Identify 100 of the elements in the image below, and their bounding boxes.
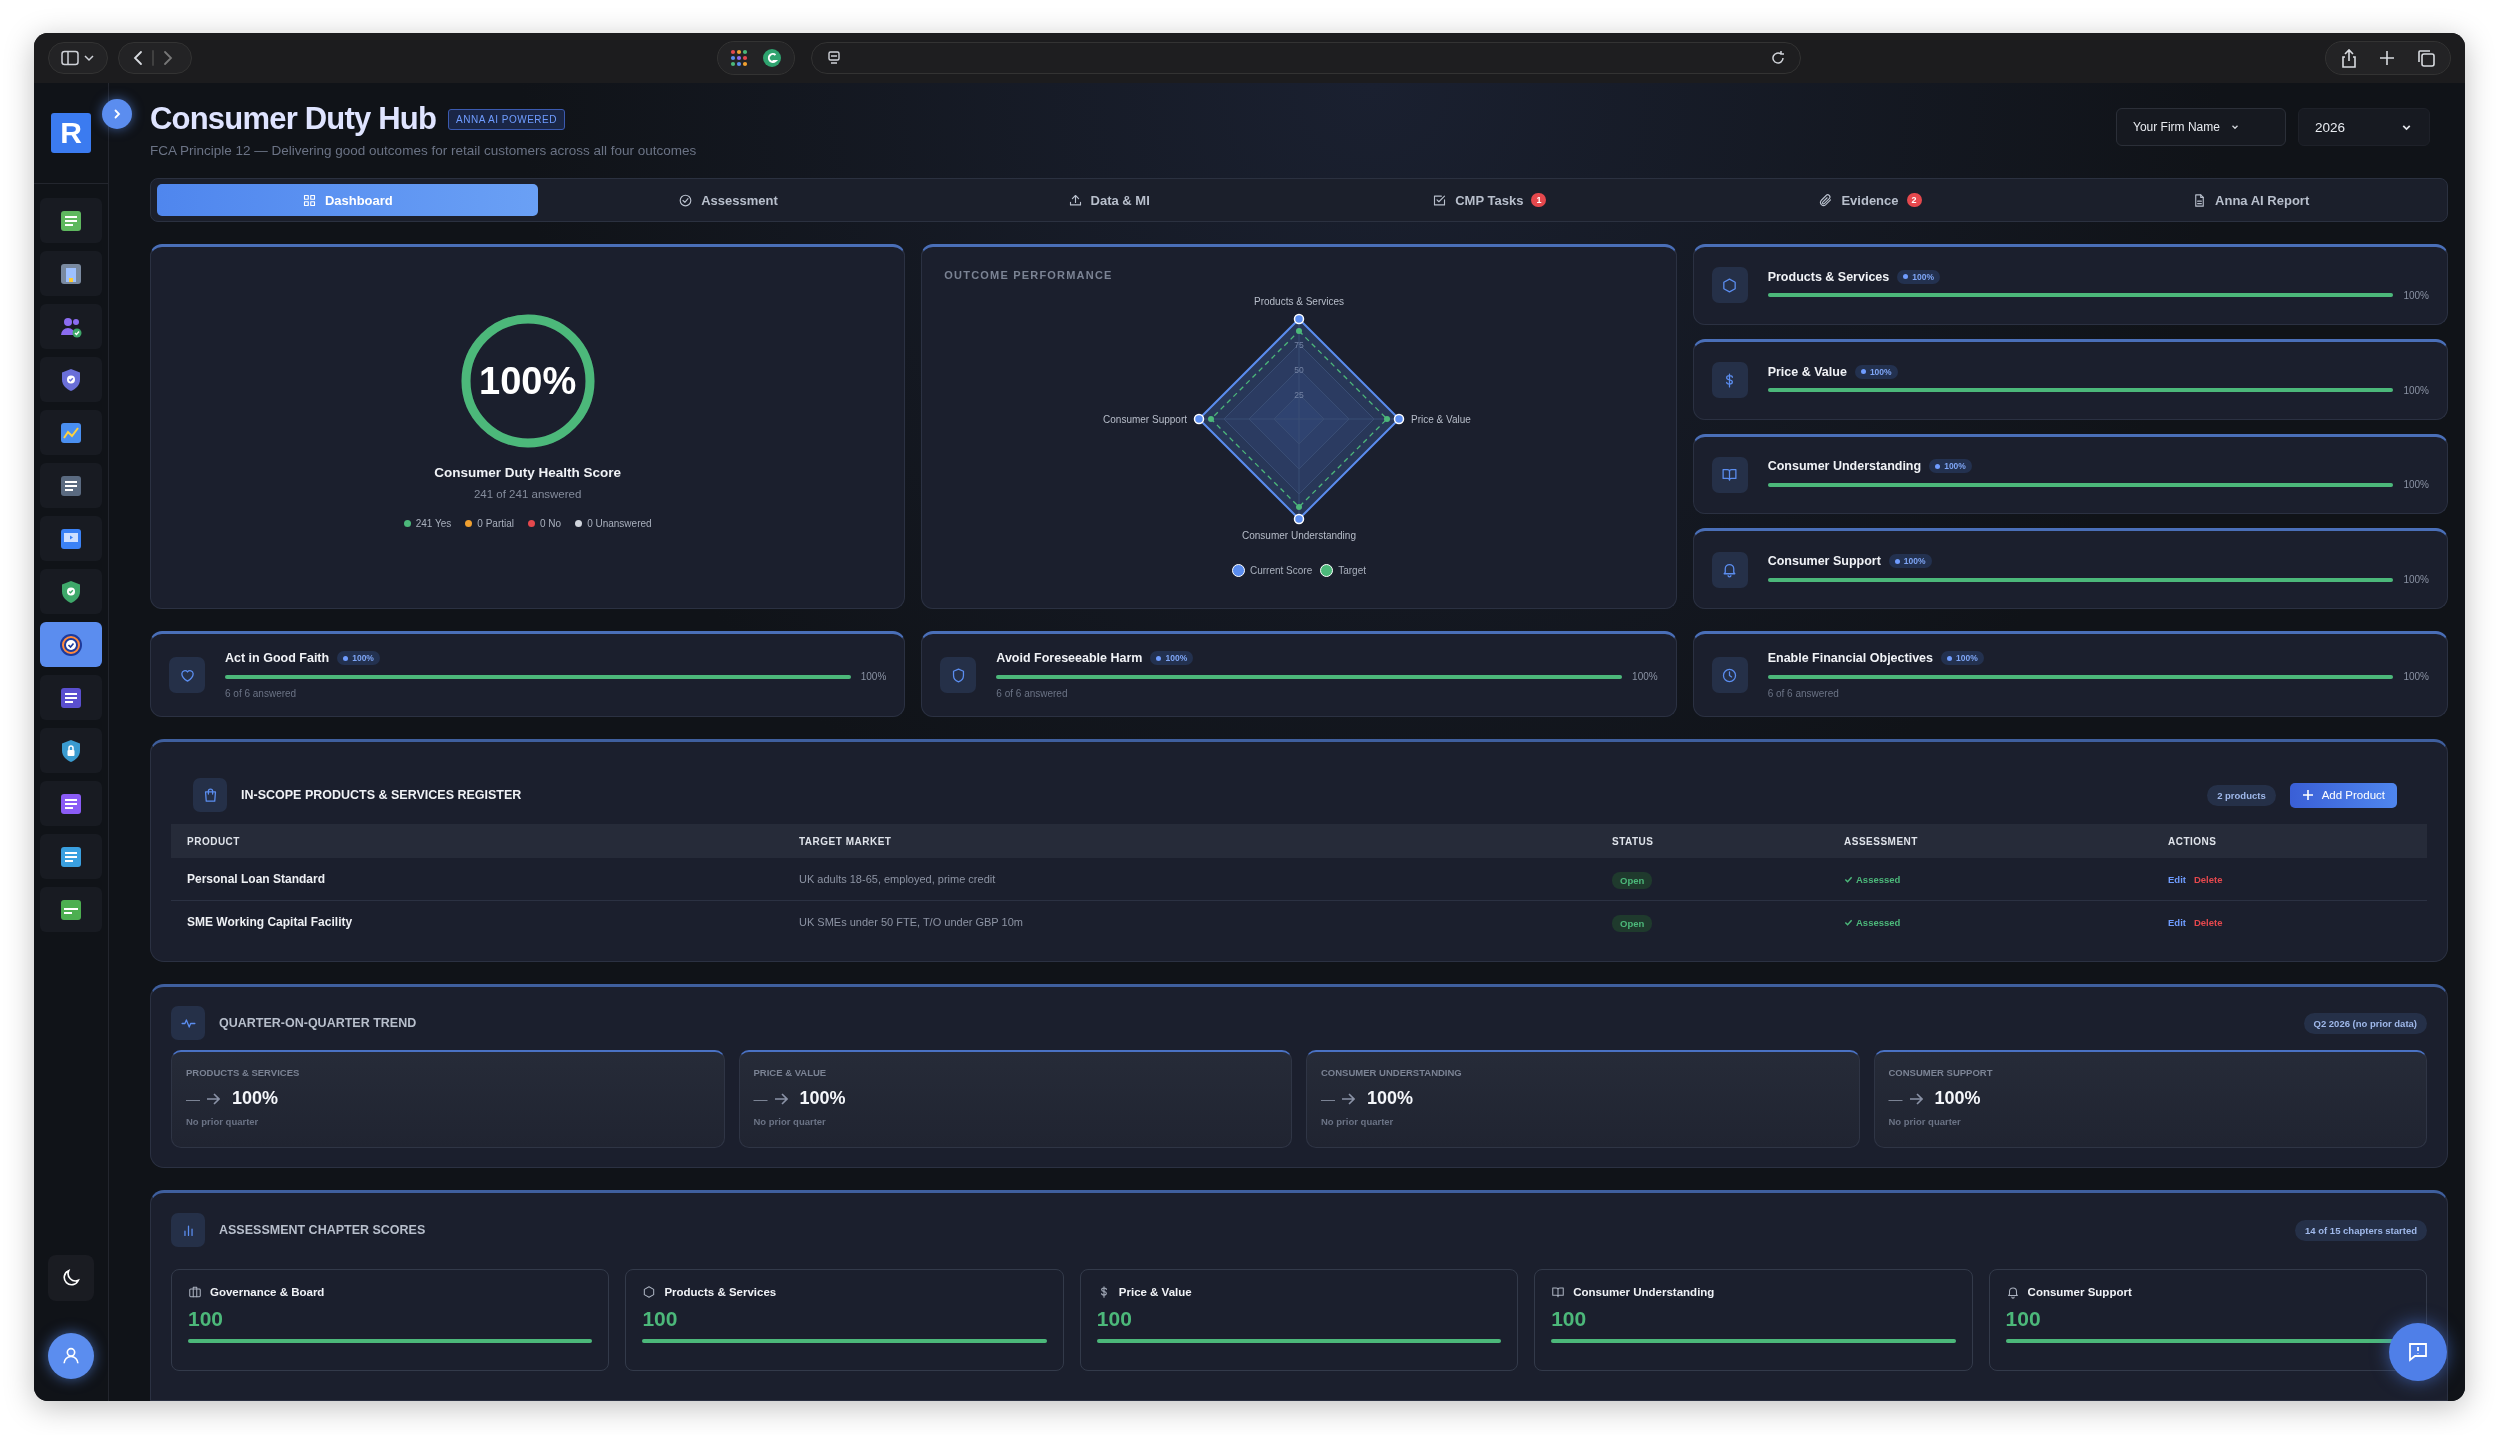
delete-link[interactable]: Delete: [2193, 916, 2223, 928]
answered-count: 6 of 6 answered: [225, 688, 298, 699]
trend-label: PRICE & VALUE: [753, 1067, 828, 1078]
arrow-right-icon: [773, 1091, 788, 1106]
hexagon-icon: [1721, 276, 1739, 294]
sidebar-item[interactable]: [40, 622, 102, 667]
sidebar-item[interactable]: [40, 569, 102, 614]
logo[interactable]: R: [51, 113, 91, 153]
sidebar-item[interactable]: [40, 834, 102, 879]
back-forward-button[interactable]: [118, 42, 192, 74]
prior-value: —: [1321, 1090, 1335, 1107]
new-tab-icon[interactable]: [2378, 49, 2396, 67]
percent-badge: 100%: [1888, 554, 1932, 569]
chapter-score: 100: [1551, 1307, 1588, 1331]
share-icon[interactable]: [2340, 48, 2358, 68]
prior-value: —: [1888, 1090, 1903, 1107]
chapter-score: 100: [1096, 1307, 1133, 1331]
principle-name: Act in Good Faith: [225, 651, 330, 665]
tick-label: 75: [1294, 340, 1304, 350]
sidebar-item[interactable]: [40, 410, 102, 455]
delete-link[interactable]: Delete: [2193, 873, 2223, 885]
bell-icon: [2005, 1285, 2020, 1299]
answered-count: 6 of 6 answered: [996, 688, 1069, 699]
add-product-button[interactable]: Add Product: [2289, 782, 2397, 808]
prior-value: —: [753, 1090, 768, 1107]
percent-reading: 100%: [860, 671, 887, 682]
status-badge: Open: [1612, 872, 1653, 889]
sidebar-item[interactable]: [40, 357, 102, 402]
year-select[interactable]: 2026: [2298, 108, 2430, 146]
sidebar-item[interactable]: [40, 728, 102, 773]
sidebar-toggle-button[interactable]: [48, 42, 108, 74]
chapter-score: 100: [2005, 1307, 2042, 1331]
user-avatar[interactable]: [48, 1333, 94, 1379]
arrow-right-icon: [206, 1091, 220, 1106]
chapter-name: Products & Services: [664, 1286, 777, 1298]
sidebar-item[interactable]: [40, 251, 102, 296]
plus-icon: [2301, 789, 2314, 801]
chapter-name: Consumer Support: [2027, 1286, 2132, 1298]
theme-toggle-button[interactable]: [48, 1255, 94, 1301]
target-icon: [58, 631, 84, 658]
axis-label: Consumer Support: [1103, 414, 1187, 425]
tab[interactable]: CMP Tasks 1: [1299, 184, 1680, 216]
tick-label: 25: [1294, 390, 1304, 400]
percent-badge: 100%: [1150, 651, 1194, 665]
sidebar-item[interactable]: [40, 887, 102, 932]
percent-reading: 100%: [2403, 671, 2429, 682]
expand-button[interactable]: [102, 99, 132, 129]
tab[interactable]: Anna AI Report: [2060, 184, 2441, 216]
percent-reading: 100%: [2403, 479, 2429, 491]
outcome-name: Consumer Support: [1767, 554, 1881, 569]
trend-label: PRODUCTS & SERVICES: [186, 1067, 301, 1078]
tab[interactable]: Assessment: [537, 184, 919, 216]
extension-icon: [761, 48, 782, 68]
trend-note: No prior quarter: [1888, 1116, 1962, 1127]
checkbox-icon: [1432, 192, 1448, 208]
tabs-overview-icon[interactable]: [2416, 48, 2436, 68]
page-icon: [825, 50, 842, 66]
trend-value: 100%: [1934, 1088, 1981, 1109]
status-badge: Open: [1612, 915, 1653, 932]
edit-link[interactable]: Edit: [2168, 916, 2186, 928]
column-header: ASSESSMENT: [1844, 835, 1919, 847]
extensions-bar[interactable]: [716, 41, 795, 75]
book-icon: [1551, 1285, 1566, 1299]
percent-reading: 100%: [2403, 289, 2429, 301]
sidebar-item[interactable]: [40, 463, 102, 508]
legend-label: 241 Yes: [415, 518, 452, 529]
axis-label: Products & Services: [1253, 296, 1344, 307]
outcome-name: Products & Services: [1767, 269, 1890, 284]
percent-badge: 100%: [1941, 651, 1984, 665]
apps-grid-icon: [729, 49, 748, 67]
assessment-status: Assessed: [1844, 916, 2168, 928]
book-icon: [1721, 466, 1739, 484]
axis-label: Price & Value: [1411, 414, 1471, 425]
table-cell-text: UK SMEs under 50 FTE, T/O under GBP 10m: [799, 916, 1024, 928]
sidebar-item[interactable]: [40, 781, 102, 826]
chapter-name: Governance & Board: [210, 1286, 325, 1298]
sidebar-item[interactable]: [40, 198, 102, 243]
tab[interactable]: Data & MI: [918, 184, 1299, 216]
firm-select[interactable]: Your Firm Name: [2116, 108, 2286, 146]
legend-label: 0 Unanswered: [587, 518, 652, 529]
check-icon: [1844, 917, 1853, 927]
tab[interactable]: Evidence 2: [1679, 184, 2061, 216]
chapter-score: 100: [642, 1307, 679, 1331]
count-badge: 2: [1906, 193, 1922, 207]
trend-label: CONSUMER UNDERSTANDING: [1321, 1067, 1463, 1078]
sidebar-item[interactable]: [40, 516, 102, 561]
legend-label: Target: [1338, 565, 1366, 576]
page-title: Consumer Duty Hub: [150, 101, 437, 137]
sidebar-item[interactable]: [40, 675, 102, 720]
trend-value: 100%: [232, 1088, 279, 1109]
edit-link[interactable]: Edit: [2168, 873, 2186, 885]
percent-badge: 100%: [1897, 269, 1940, 284]
arrow-right-icon: [1908, 1091, 1923, 1106]
column-header: ACTIONS: [2168, 835, 2218, 847]
principle-name: Enable Financial Objectives: [1767, 651, 1933, 665]
card-title: OUTCOME PERFORMANCE: [944, 269, 1114, 281]
percent-badge: 100%: [1854, 364, 1898, 379]
score-title: Consumer Duty Health Score: [434, 465, 622, 480]
page-subtitle: FCA Principle 12 — Delivering good outcomes for retail customers across all four outcomes: [150, 143, 697, 158]
panel-title: QUARTER-ON-QUARTER TREND: [219, 1016, 417, 1030]
